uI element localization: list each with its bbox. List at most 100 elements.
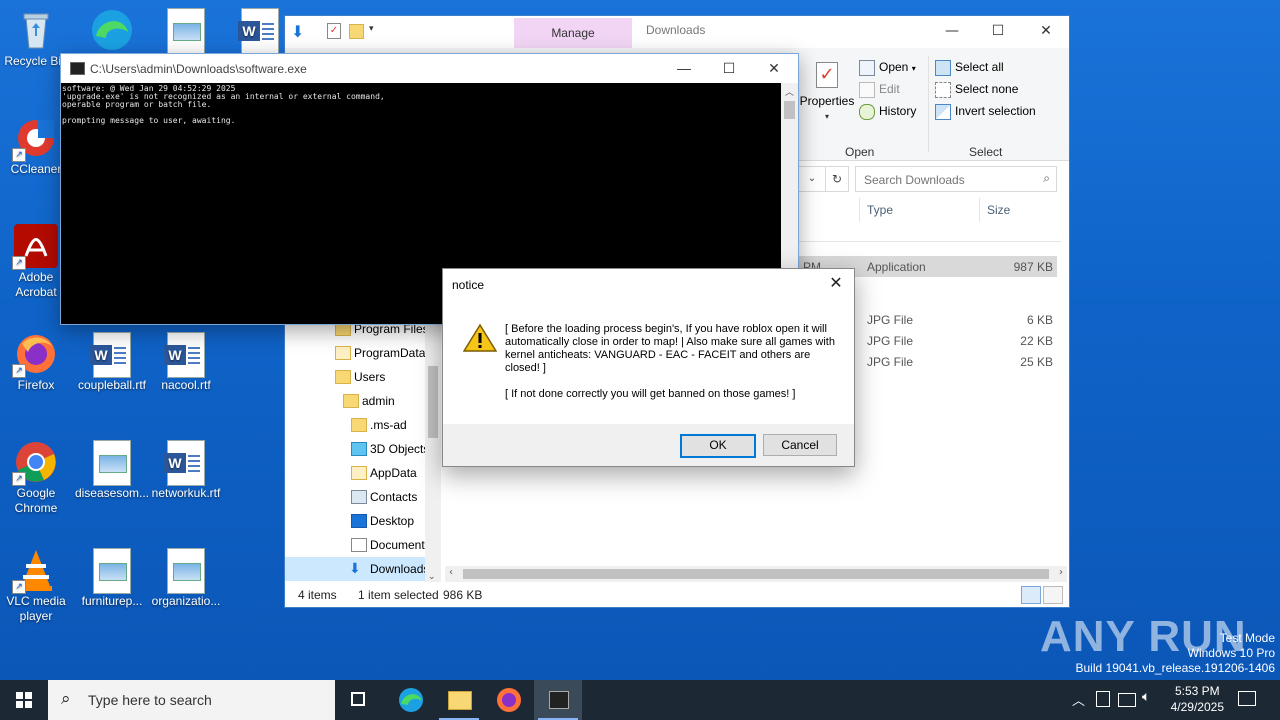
column-header-size[interactable]: Size <box>987 203 1010 217</box>
taskbar-console[interactable] <box>534 680 582 720</box>
large-icons-view-icon[interactable] <box>1043 586 1063 604</box>
console-maximize-button[interactable]: ☐ <box>706 54 752 82</box>
desktop-icon-firefox[interactable]: ↗ Firefox <box>0 332 74 393</box>
notice-dialog[interactable]: notice ✕ [ Before the loading process be… <box>442 268 855 467</box>
edit-button[interactable]: Edit <box>859 82 900 98</box>
nav-item-3d-objects[interactable]: 3D Objects <box>285 437 425 461</box>
network-drive-icon[interactable] <box>1096 691 1110 707</box>
taskbar: ⌕ Type here to search ︿ 🔈︎ 5:53 PM 4/29/… <box>0 680 1280 720</box>
search-input[interactable] <box>862 169 1036 191</box>
desktop-icon-edge-partial[interactable] <box>74 8 150 54</box>
status-bar: 4 items 1 item selected 986 KB <box>285 583 1069 607</box>
shortcut-arrow-icon: ↗ <box>12 256 26 270</box>
nav-item-desktop[interactable]: Desktop <box>285 509 425 533</box>
edge-icon <box>90 8 134 52</box>
shortcut-arrow-icon: ↗ <box>12 472 26 486</box>
nav-item-programdata[interactable]: ProgramData <box>285 341 425 365</box>
dialog-title: notice <box>452 278 485 292</box>
console-line: prompting message to user, awaiting. <box>62 116 236 125</box>
nav-item-users[interactable]: Users <box>285 365 425 389</box>
desktop-icon-label: networkuk.rtf <box>151 486 221 500</box>
minimize-button[interactable]: — <box>929 16 975 46</box>
desktop-icon-vlc[interactable]: ↗ VLC media player <box>0 548 74 624</box>
horizontal-scrollbar[interactable]: ‹ › <box>445 566 1067 582</box>
address-dropdown[interactable]: ⌄ <box>799 166 826 192</box>
maximize-button[interactable]: ☐ <box>975 16 1021 46</box>
explorer-titlebar[interactable]: ⬇ ✓ ▾ Manage Downloads — ☐ ✕ ︿ ? <box>285 16 1069 65</box>
notifications-icon[interactable] <box>1238 691 1256 706</box>
quick-access-dropdown-icon[interactable]: ▾ <box>369 24 374 34</box>
console-titlebar[interactable]: C:\Users\admin\Downloads\software.exe — … <box>61 54 798 83</box>
history-button[interactable]: History <box>859 104 916 120</box>
file-type: JPG File <box>867 334 914 348</box>
tab-manage[interactable]: Manage <box>514 18 632 48</box>
nav-item-appdata[interactable]: AppData <box>285 461 425 485</box>
desktop-icon-label: VLC media player <box>6 594 66 623</box>
dialog-close-button[interactable]: ✕ <box>826 274 846 294</box>
console-minimize-button[interactable]: — <box>661 54 707 82</box>
console-close-button[interactable]: ✕ <box>751 54 797 82</box>
firefox-icon <box>497 688 521 712</box>
taskbar-search-box[interactable]: ⌕ Type here to search <box>48 680 335 720</box>
select-all-button[interactable]: Select all <box>935 60 1004 76</box>
console-app-icon <box>549 691 569 709</box>
volume-icon[interactable]: 🔈︎ <box>1142 689 1150 705</box>
downloads-icon: ⬇ <box>349 560 361 576</box>
ok-button[interactable]: OK <box>680 434 756 458</box>
quick-access-down-icon[interactable]: ⬇ <box>291 22 304 41</box>
scroll-left-icon[interactable]: ‹ <box>449 567 453 578</box>
scroll-up-icon[interactable]: ︿ <box>785 85 794 98</box>
nav-item-contacts[interactable]: Contacts <box>285 485 425 509</box>
invert-selection-icon <box>935 104 951 120</box>
start-button[interactable] <box>0 680 48 720</box>
details-view-icon[interactable] <box>1021 586 1041 604</box>
ribbon-divider <box>928 56 929 152</box>
quick-access-properties-icon[interactable]: ✓ <box>327 23 341 39</box>
warning-icon <box>463 323 497 352</box>
documents-icon <box>351 538 367 552</box>
nav-scrollbar[interactable]: ⌄ <box>425 316 441 582</box>
horizontal-scrollbar-thumb[interactable] <box>463 569 1049 579</box>
desktop-icon-google-chrome[interactable]: ↗ Google Chrome <box>0 440 74 516</box>
desktop-icon-networkuk[interactable]: W networkuk.rtf <box>148 440 224 501</box>
desktop-icon-furniturep[interactable]: furniturep... <box>74 548 150 609</box>
system-clock[interactable]: 5:53 PM 4/29/2025 <box>1171 683 1224 715</box>
acrobat-icon: ↗ <box>12 224 58 270</box>
desktop-icon-diseasesom[interactable]: diseasesom... <box>74 440 150 501</box>
nav-scrollbar-thumb[interactable] <box>428 366 438 438</box>
nav-item-ms-ad[interactable]: .ms-ad <box>285 413 425 437</box>
taskbar-firefox[interactable] <box>485 680 533 720</box>
watermark-line: Test Mode <box>1219 631 1275 645</box>
open-button[interactable]: Open ▾ <box>859 60 916 76</box>
desktop-icon-coupleball[interactable]: W coupleball.rtf <box>74 332 150 393</box>
show-hidden-icons-icon[interactable]: ︿ <box>1072 690 1085 709</box>
search-box[interactable]: ⌕ <box>855 166 1057 192</box>
desktop-icon-organizatio[interactable]: organizatio... <box>148 548 224 609</box>
file-type: Application <box>867 260 926 274</box>
desktop-icon-label: coupleball.rtf <box>77 378 147 392</box>
scroll-right-icon[interactable]: › <box>1059 567 1063 578</box>
column-header-type[interactable]: Type <box>867 203 893 217</box>
taskbar-file-explorer[interactable] <box>435 680 483 720</box>
scroll-down-icon[interactable]: ⌄ <box>428 572 436 582</box>
file-type: JPG File <box>867 313 914 327</box>
quick-access-folder-icon[interactable] <box>349 24 364 39</box>
task-view-button[interactable] <box>335 680 383 720</box>
taskbar-edge[interactable] <box>387 680 435 720</box>
close-button[interactable]: ✕ <box>1023 16 1069 46</box>
nav-item-documents[interactable]: Documents <box>285 533 425 557</box>
image-file-icon <box>90 440 134 486</box>
select-none-button[interactable]: Select none <box>935 82 1018 98</box>
nav-item-admin[interactable]: admin <box>285 389 425 413</box>
desktop-icon-nacool[interactable]: W nacool.rtf <box>148 332 224 393</box>
cancel-button[interactable]: Cancel <box>763 434 837 456</box>
console-scrollbar-thumb[interactable] <box>784 101 795 119</box>
shortcut-arrow-icon: ↗ <box>12 364 26 378</box>
desktop-icon-image-partial[interactable] <box>148 8 224 54</box>
refresh-button[interactable]: ↻ <box>825 166 849 192</box>
network-icon[interactable] <box>1118 693 1136 707</box>
status-item-count: 4 items <box>298 588 337 602</box>
nav-item-downloads[interactable]: ⬇ Downloads <box>285 557 425 581</box>
invert-selection-button[interactable]: Invert selection <box>935 104 1036 120</box>
properties-button[interactable]: ✓ Properties ▾ <box>797 62 857 122</box>
